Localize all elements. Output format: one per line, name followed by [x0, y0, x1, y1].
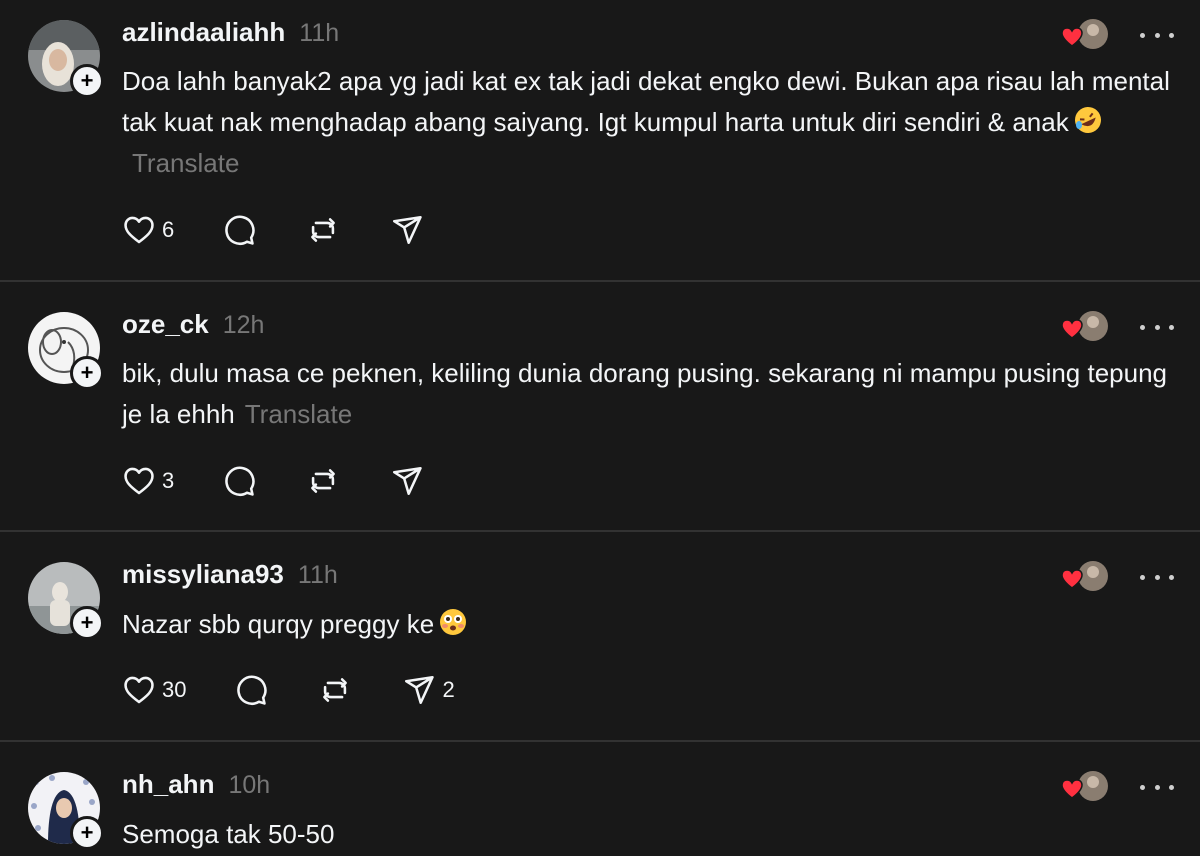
liked-by-author-icon — [1061, 19, 1108, 49]
username[interactable]: nh_ahn — [122, 769, 214, 800]
share-button[interactable]: 2 — [402, 673, 455, 707]
reply-text: Doa lahh banyak2 apa yg jadi kat ex tak … — [122, 61, 1172, 184]
like-button[interactable]: 30 — [122, 673, 186, 707]
repost-button[interactable] — [306, 213, 340, 247]
reply-text: bik, dulu masa ce peknen, keliling dunia… — [122, 353, 1172, 435]
follow-plus-icon[interactable]: + — [70, 816, 104, 850]
translate-link[interactable]: Translate — [132, 148, 239, 178]
reply-text: Nazar sbb qurqy preggy ke — [122, 604, 1172, 645]
repost-icon — [311, 218, 336, 242]
avatar[interactable]: + — [28, 312, 104, 390]
heart-icon — [124, 216, 154, 244]
reply-text-content: Doa lahh banyak2 apa yg jadi kat ex tak … — [122, 66, 1170, 137]
like-count: 30 — [162, 677, 187, 702]
reply-button[interactable] — [222, 213, 256, 247]
follow-plus-icon[interactable]: + — [70, 606, 104, 640]
comment-icon — [237, 675, 268, 705]
liked-by-author-icon — [1061, 311, 1108, 341]
share-count: 2 — [442, 677, 455, 702]
share-icon — [393, 466, 422, 496]
follow-plus-icon[interactable]: + — [70, 64, 104, 98]
like-count: 3 — [162, 468, 175, 493]
username[interactable]: oze_ck — [122, 309, 209, 340]
flushed-emoji — [440, 609, 467, 635]
reply-post: + missyliana93 11h Nazar sbb qurqy pregg… — [0, 532, 1200, 740]
comment-icon — [225, 466, 255, 496]
username[interactable]: missyliana93 — [122, 559, 284, 590]
repost-button[interactable] — [318, 673, 352, 707]
reply-text-content: Semoga tak 50-50 — [122, 819, 335, 849]
share-button[interactable] — [390, 213, 430, 247]
replies-feed: + azlindaaliahh 11h Doa lahh banyak2 apa… — [0, 0, 1200, 856]
repost-icon — [323, 678, 348, 702]
more-options-icon[interactable] — [1140, 322, 1174, 332]
share-icon — [393, 215, 422, 245]
repost-icon — [311, 469, 336, 493]
avatar[interactable]: + — [28, 772, 104, 850]
liked-by-author-icon — [1061, 771, 1108, 801]
comment-icon — [225, 215, 255, 245]
reply-post: + nh_ahn 10h Semoga tak 50-50 — [0, 742, 1200, 856]
timestamp: 11h — [297, 561, 338, 589]
username[interactable]: azlindaaliahh — [122, 17, 285, 48]
like-button[interactable]: 3 — [122, 464, 174, 498]
share-icon — [405, 675, 435, 705]
follow-plus-icon[interactable]: + — [70, 356, 104, 390]
reply-button[interactable] — [222, 464, 256, 498]
liked-by-author-icon — [1061, 561, 1108, 591]
rofl-emoji — [1074, 107, 1101, 133]
heart-icon — [124, 676, 154, 704]
timestamp: 12h — [222, 311, 265, 339]
timestamp: 11h — [299, 19, 340, 47]
heart-icon — [124, 467, 154, 495]
like-count: 6 — [162, 217, 175, 242]
more-options-icon[interactable] — [1140, 782, 1174, 792]
avatar[interactable]: + — [28, 562, 104, 640]
reply-text-content: Nazar sbb qurqy preggy ke — [122, 609, 435, 639]
reply-text: Semoga tak 50-50 — [122, 814, 1172, 855]
repost-button[interactable] — [306, 464, 340, 498]
reply-post: + oze_ck 12h bik, dulu masa ce peknen, k… — [0, 282, 1200, 530]
more-options-icon[interactable] — [1140, 30, 1174, 40]
reply-post: + azlindaaliahh 11h Doa lahh banyak2 apa… — [0, 0, 1200, 280]
like-button[interactable]: 6 — [122, 213, 174, 247]
more-options-icon[interactable] — [1140, 572, 1174, 582]
translate-link[interactable]: Translate — [245, 399, 352, 429]
share-button[interactable] — [390, 464, 430, 498]
timestamp: 10h — [228, 771, 271, 799]
reply-button[interactable] — [234, 673, 268, 707]
avatar[interactable]: + — [28, 20, 104, 98]
